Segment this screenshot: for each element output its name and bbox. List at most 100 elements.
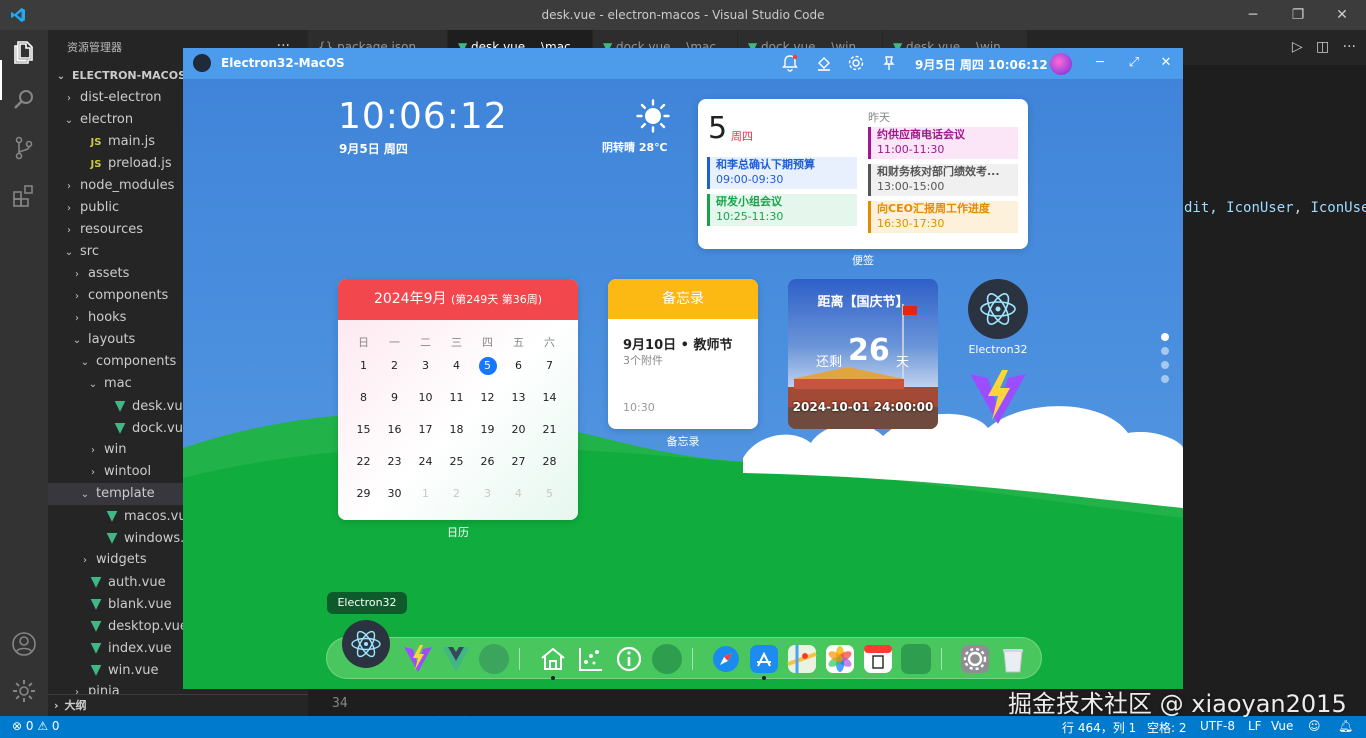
calendar-day[interactable]: 3 xyxy=(410,359,441,372)
calendar-day-next-month[interactable]: 4 xyxy=(503,487,534,500)
split-editor-icon[interactable]: ◫ xyxy=(1316,39,1329,55)
calendar-widget[interactable]: 2024年9月 (第249天 第36周) 日一二三四五六 1 2 3 4 5 6 7 8 9 10 1… xyxy=(338,279,578,520)
calendar-day-next-month[interactable]: 1 xyxy=(410,487,441,500)
calendar-day[interactable]: 12 xyxy=(472,391,503,404)
calendar-day[interactable]: 22 xyxy=(348,455,379,468)
note-event[interactable]: 向CEO汇报周工作进度 16:30-17:30 xyxy=(868,201,1018,233)
calendar-day[interactable]: 26 xyxy=(472,455,503,468)
dock-vite-icon[interactable] xyxy=(403,644,433,674)
cursor-position[interactable]: 行 464，列 1 xyxy=(1062,719,1136,736)
countdown-widget[interactable]: 距离【国庆节】 还剩 26 天 2024-10-01 24:00:00 xyxy=(788,279,938,429)
search-icon[interactable] xyxy=(10,86,38,114)
dock-safari-icon[interactable] xyxy=(711,644,741,674)
dock-calendar-icon[interactable] xyxy=(863,644,893,674)
calendar-day[interactable]: 15 xyxy=(348,423,379,436)
problems-status[interactable]: ⊗ 0 ⚠ 0 xyxy=(12,719,60,733)
calendar-day[interactable]: 7 xyxy=(534,359,565,372)
dock-trash-icon[interactable] xyxy=(998,644,1028,674)
notifications-bell-icon[interactable]: 🔔︎ xyxy=(1338,719,1353,733)
source-control-icon[interactable] xyxy=(10,134,38,162)
electron-app-icon[interactable] xyxy=(968,279,1028,339)
notes-widget[interactable]: 5 周四 昨天 和李总确认下期预算 09:00-09:30 研发小组会议 10:25-… xyxy=(698,99,1028,249)
page-dot-3[interactable] xyxy=(1161,361,1169,369)
calendar-day[interactable]: 29 xyxy=(348,487,379,500)
calendar-day[interactable]: 11 xyxy=(441,391,472,404)
settings-icon[interactable] xyxy=(847,54,865,72)
calendar-day-next-month[interactable]: 5 xyxy=(534,487,565,500)
calendar-day[interactable]: 27 xyxy=(503,455,534,468)
dock-home-icon[interactable] xyxy=(538,644,568,674)
dock-info-icon[interactable] xyxy=(614,644,644,674)
explorer-icon[interactable] xyxy=(10,38,38,66)
dock-widgets-icon[interactable] xyxy=(652,644,682,674)
calendar-day[interactable]: 21 xyxy=(534,423,565,436)
dock-vue-icon[interactable] xyxy=(441,644,471,674)
calendar-day[interactable]: 23 xyxy=(379,455,410,468)
calendar-day[interactable]: 14 xyxy=(534,391,565,404)
calendar-day[interactable]: 28 xyxy=(534,455,565,468)
feedback-icon[interactable]: ☺ xyxy=(1308,719,1321,733)
run-icon[interactable]: ▷ xyxy=(1292,39,1303,55)
calendar-day[interactable]: 1 xyxy=(348,359,379,372)
active-indicator xyxy=(0,60,2,100)
language-status[interactable]: Vue xyxy=(1271,719,1293,733)
note-event[interactable]: 研发小组会议 10:25-11:30 xyxy=(707,194,857,226)
outline-section[interactable]: › 大纲 xyxy=(48,694,308,716)
calendar-day[interactable]: 19 xyxy=(472,423,503,436)
dock-launcher-icon[interactable] xyxy=(901,644,931,674)
app-topbar: Electron32-MacOS 9月5日 周四 10:06:12 ─ ⤢ ✕ xyxy=(183,48,1183,79)
calendar-day[interactable]: 2 xyxy=(379,359,410,372)
restore-button[interactable]: ❐ xyxy=(1289,6,1307,24)
calendar-day[interactable]: 13 xyxy=(503,391,534,404)
theme-bucket-icon[interactable] xyxy=(815,54,833,72)
app-close-button[interactable]: ✕ xyxy=(1157,54,1175,72)
memo-widget[interactable]: 备忘录 9月10日 • 教师节 3个附件 10:30 xyxy=(608,279,758,429)
vite-app-icon[interactable] xyxy=(968,368,1028,428)
note-event[interactable]: 和李总确认下期预算 09:00-09:30 xyxy=(707,157,857,189)
dock-appstore-icon[interactable] xyxy=(749,644,779,674)
minimize-button[interactable]: ─ xyxy=(1244,6,1262,24)
extensions-icon[interactable] xyxy=(10,182,38,210)
user-avatar[interactable] xyxy=(1050,53,1072,75)
calendar-day[interactable]: 8 xyxy=(348,391,379,404)
dock-electron-icon[interactable] xyxy=(342,620,390,668)
account-icon[interactable] xyxy=(10,630,38,658)
page-dot-2[interactable] xyxy=(1161,347,1169,355)
dock-photos-icon[interactable] xyxy=(825,644,855,674)
calendar-day[interactable]: 5 xyxy=(472,359,503,372)
note-event[interactable]: 和财务核对部门绩效考... 13:00-15:00 xyxy=(868,164,1018,196)
calendar-day[interactable]: 10 xyxy=(410,391,441,404)
dock-app-icon[interactable] xyxy=(479,644,509,674)
calendar-day[interactable]: 17 xyxy=(410,423,441,436)
indent-status[interactable]: 空格: 2 xyxy=(1147,719,1187,736)
calendar-day[interactable]: 30 xyxy=(379,487,410,500)
app-minimize-button[interactable]: ─ xyxy=(1091,54,1109,72)
encoding-status[interactable]: UTF-8 xyxy=(1200,719,1235,733)
calendar-day-next-month[interactable]: 3 xyxy=(472,487,503,500)
close-window-button[interactable]: ✕ xyxy=(1333,6,1351,24)
eol-status[interactable]: LF xyxy=(1248,719,1262,733)
dock-maps-icon[interactable] xyxy=(787,644,817,674)
app-maximize-button[interactable]: ⤢ xyxy=(1125,54,1143,72)
more-actions-icon[interactable]: ··· xyxy=(1343,39,1356,55)
chevron-right-icon: › xyxy=(75,313,79,324)
settings-gear-icon[interactable] xyxy=(10,677,38,705)
calendar-day[interactable]: 16 xyxy=(379,423,410,436)
note-event[interactable]: 约供应商电话会议 11:00-11:30 xyxy=(868,127,1018,159)
code-line[interactable]: dit, IconUser, IconUserG xyxy=(1184,200,1366,216)
notification-bell-icon[interactable] xyxy=(781,54,799,72)
page-dot-1[interactable] xyxy=(1161,333,1169,341)
chevron-right-icon: › xyxy=(75,291,79,302)
calendar-day[interactable]: 6 xyxy=(503,359,534,372)
page-dot-4[interactable] xyxy=(1161,375,1169,383)
calendar-day[interactable]: 24 xyxy=(410,455,441,468)
dock-chart-icon[interactable] xyxy=(576,644,606,674)
pin-icon[interactable] xyxy=(880,54,898,72)
calendar-day[interactable]: 9 xyxy=(379,391,410,404)
calendar-day-next-month[interactable]: 2 xyxy=(441,487,472,500)
calendar-day[interactable]: 25 xyxy=(441,455,472,468)
dock-system-settings-icon[interactable] xyxy=(960,644,990,674)
calendar-day[interactable]: 4 xyxy=(441,359,472,372)
calendar-day[interactable]: 18 xyxy=(441,423,472,436)
calendar-day[interactable]: 20 xyxy=(503,423,534,436)
